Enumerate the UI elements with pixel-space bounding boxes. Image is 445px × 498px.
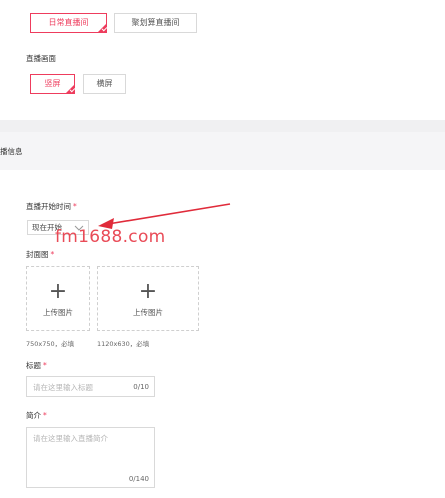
- intro-char-counter: 0/140: [128, 475, 149, 483]
- cover-label: 封面图 *: [26, 249, 54, 260]
- title-label: 标题 *: [26, 360, 47, 371]
- title-char-counter: 0/10: [133, 383, 149, 391]
- annotation-arrow-icon: [98, 203, 231, 229]
- required-mark: *: [50, 250, 55, 259]
- title-input-placeholder: 请在这里输入标题: [33, 383, 93, 392]
- upload-cover-square-button[interactable]: + 上传图片: [26, 266, 90, 331]
- watermark-text: fm1688.com: [55, 227, 166, 247]
- required-mark: *: [43, 361, 47, 370]
- required-mark: *: [43, 411, 47, 420]
- cover-square-hint: 750x750，必填: [26, 340, 75, 348]
- upload-button-label: 上传图片: [133, 308, 163, 317]
- cover-wide-hint: 1120x630，必填: [97, 340, 150, 348]
- upload-cover-wide-button[interactable]: + 上传图片: [97, 266, 199, 331]
- intro-label: 简介 *: [26, 410, 47, 421]
- intro-label-text: 简介: [26, 411, 41, 420]
- intro-textarea[interactable]: 请在这里输入直播简介 0/140: [26, 427, 155, 488]
- title-label-text: 标题: [26, 361, 41, 370]
- plus-icon: +: [48, 279, 68, 304]
- plus-icon: +: [138, 279, 158, 304]
- title-input[interactable]: 请在这里输入标题 0/10: [26, 376, 155, 397]
- upload-button-label: 上传图片: [43, 308, 73, 317]
- cover-label-text: 封面图: [26, 250, 49, 259]
- intro-textarea-placeholder: 请在这里输入直播简介: [33, 434, 108, 443]
